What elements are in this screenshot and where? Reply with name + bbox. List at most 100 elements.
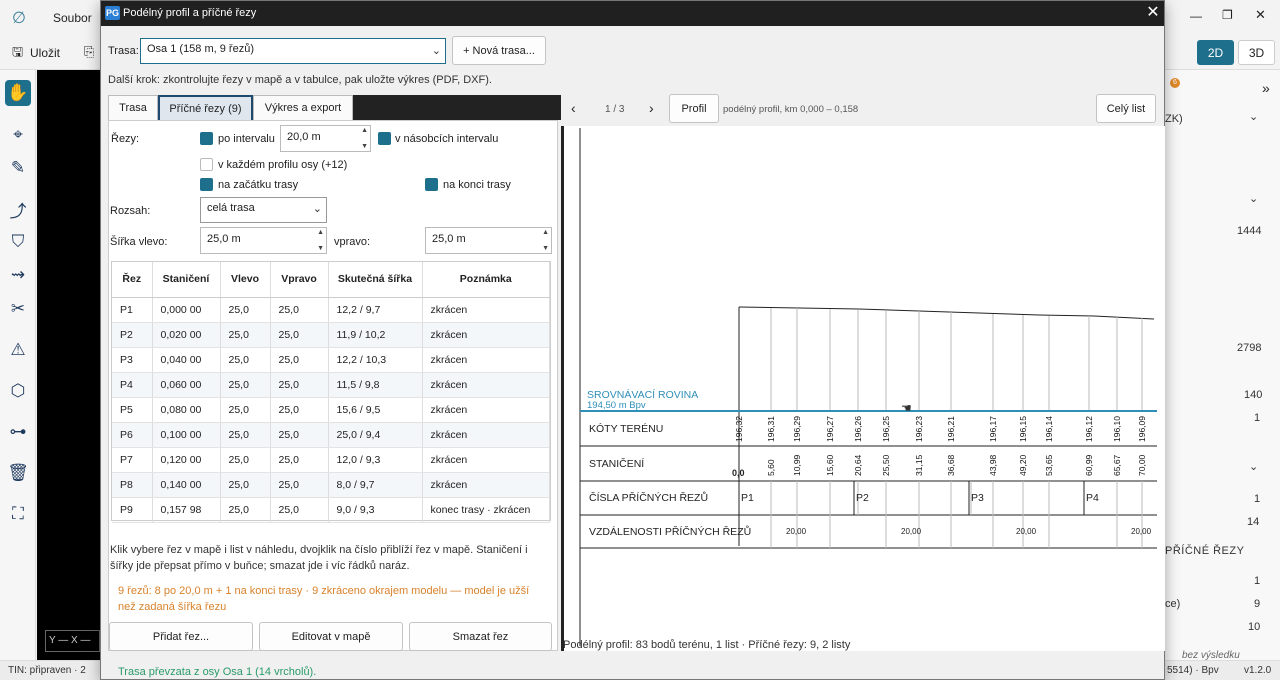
cell[interactable]: 9,0 / 9,3: [328, 497, 423, 523]
spin-up-icon[interactable]: ▲: [317, 229, 324, 236]
prev-page-icon[interactable]: ‹: [571, 100, 576, 116]
cell[interactable]: P6: [112, 422, 153, 448]
map-viewport[interactable]: Y — X —: [37, 70, 100, 660]
cell[interactable]: P7: [112, 447, 153, 473]
chevron-down-icon[interactable]: ⌄: [1249, 192, 1258, 205]
cell[interactable]: 0,157 98: [152, 497, 221, 523]
cell[interactable]: P5: [112, 397, 153, 423]
col-header[interactable]: Staničení: [152, 262, 221, 298]
cell[interactable]: zkrácen: [422, 347, 550, 373]
table-row[interactable]: P3 0,040 00 25,0 25,0 12,2 / 10,3 zkrácen: [112, 347, 550, 373]
cell[interactable]: P8: [112, 472, 153, 498]
cell[interactable]: P9: [112, 497, 153, 523]
cell[interactable]: 12,2 / 9,7: [328, 297, 423, 323]
cell[interactable]: 25,0: [270, 447, 329, 473]
cell[interactable]: 11,9 / 10,2: [328, 322, 423, 348]
menu-file[interactable]: Soubor: [53, 11, 92, 25]
cell[interactable]: 25,0: [220, 322, 271, 348]
chevron-down-icon[interactable]: ⌄: [1249, 110, 1258, 123]
table-row[interactable]: P2 0,020 00 25,0 25,0 11,9 / 10,2 zkrácen: [112, 322, 550, 348]
table-row[interactable]: P7 0,120 00 25,0 25,0 12,0 / 9,3 zkrácen: [112, 447, 550, 473]
col-header[interactable]: Poznámka: [422, 262, 550, 298]
cell[interactable]: 11,5 / 9,8: [328, 372, 423, 398]
section-label[interactable]: P2: [856, 492, 869, 504]
cell[interactable]: 25,0: [270, 322, 329, 348]
spin-up-icon[interactable]: ▲: [361, 127, 368, 134]
cell[interactable]: zkrácen: [422, 422, 550, 448]
col-header[interactable]: Skutečná šířka: [328, 262, 423, 298]
save-button[interactable]: Uložit: [30, 46, 60, 60]
point-tool-icon[interactable]: ⌖: [5, 122, 31, 148]
cell[interactable]: 25,0: [270, 497, 329, 523]
cell[interactable]: 25,0: [220, 472, 271, 498]
delete-section-button[interactable]: Smazat řez: [409, 622, 552, 651]
cell[interactable]: 15,6 / 9,5: [328, 397, 423, 423]
route-select[interactable]: Osa 1 (158 m, 9 řezů) ⌄: [140, 38, 446, 64]
cell[interactable]: 25,0: [220, 422, 271, 448]
cell[interactable]: konec trasy · zkrácen: [422, 497, 550, 523]
cell[interactable]: zkrácen: [422, 397, 550, 423]
cell[interactable]: zkrácen: [422, 322, 550, 348]
new-route-button[interactable]: + Nová trasa...: [452, 36, 546, 65]
mode-3d-button[interactable]: 3D: [1238, 40, 1275, 65]
profile-button[interactable]: Profil: [669, 94, 719, 123]
cell[interactable]: 0,060 00: [152, 372, 221, 398]
cell[interactable]: 25,0: [270, 297, 329, 323]
pan-hand-icon[interactable]: ✋: [5, 80, 31, 106]
tab-drawing-export[interactable]: Výkres a export: [253, 95, 353, 120]
cell[interactable]: 8,0 / 9,7: [328, 472, 423, 498]
table-row[interactable]: P9 0,157 98 25,0 25,0 9,0 / 9,3 konec trasy ·…: [112, 497, 550, 523]
panel-section-cross-sections[interactable]: PŘÍČNÉ ŘEZY: [1165, 545, 1244, 557]
checkbox-each-vertex[interactable]: [200, 158, 213, 171]
cell[interactable]: 25,0: [220, 447, 271, 473]
tab-cross-sections[interactable]: Příčné řezy (9): [158, 95, 253, 120]
cell[interactable]: 0,140 00: [152, 472, 221, 498]
spin-down-icon[interactable]: ▼: [317, 245, 324, 252]
cell[interactable]: 25,0: [220, 372, 271, 398]
width-right-input[interactable]: 25,0 m ▲ ▼: [425, 227, 552, 254]
route-tool-icon[interactable]: ⇝: [5, 262, 31, 288]
spin-down-icon[interactable]: ▼: [361, 143, 368, 150]
table-row[interactable]: P8 0,140 00 25,0 25,0 8,0 / 9,7 zkrácen: [112, 472, 550, 498]
cell[interactable]: 0,020 00: [152, 322, 221, 348]
spin-up-icon[interactable]: ▲: [542, 229, 549, 236]
col-header[interactable]: Vpravo: [270, 262, 329, 298]
table-row[interactable]: P4 0,060 00 25,0 25,0 11,5 / 9,8 zkrácen: [112, 372, 550, 398]
cell[interactable]: 25,0: [270, 422, 329, 448]
table-row[interactable]: P5 0,080 00 25,0 25,0 15,6 / 9,5 zkrácen: [112, 397, 550, 423]
maximize-icon[interactable]: ❐: [1222, 8, 1233, 22]
checkbox-start[interactable]: [200, 178, 213, 191]
export-icon[interactable]: ⎘: [84, 44, 94, 60]
window-close-icon[interactable]: ✕: [1255, 7, 1266, 23]
dialog-close-icon[interactable]: ✕: [1144, 4, 1162, 22]
cell[interactable]: zkrácen: [422, 447, 550, 473]
checkbox-multiples[interactable]: [378, 132, 391, 145]
panel-item-zk[interactable]: ZK): [1165, 113, 1183, 125]
spin-down-icon[interactable]: ▼: [542, 245, 549, 252]
chevron-down-icon[interactable]: ⌄: [1249, 460, 1258, 473]
full-sheet-button[interactable]: Celý list: [1096, 94, 1156, 123]
brush-tool-icon[interactable]: ✎: [5, 155, 31, 181]
width-left-input[interactable]: 25,0 m ▲ ▼: [200, 227, 327, 254]
section-label[interactable]: P3: [971, 492, 984, 504]
range-select[interactable]: celá trasa ⌄: [200, 197, 327, 223]
checkbox-end[interactable]: [425, 178, 438, 191]
edit-in-map-button[interactable]: Editovat v mapě: [259, 622, 403, 651]
interval-input[interactable]: 20,0 m ▲ ▼: [280, 125, 371, 152]
mode-2d-button[interactable]: 2D: [1197, 40, 1234, 65]
cell[interactable]: 25,0 / 9,4: [328, 422, 423, 448]
cell[interactable]: 0,080 00: [152, 397, 221, 423]
cell[interactable]: 25,0: [220, 397, 271, 423]
tab-route[interactable]: Trasa: [108, 95, 158, 120]
polyline-tool-icon[interactable]: ⤴: [5, 196, 31, 222]
cell[interactable]: zkrácen: [422, 372, 550, 398]
cell[interactable]: 25,0: [270, 472, 329, 498]
cell[interactable]: 25,0: [220, 297, 271, 323]
cell[interactable]: 0,040 00: [152, 347, 221, 373]
add-section-button[interactable]: Přidat řez...: [109, 622, 253, 651]
cell[interactable]: 25,0: [270, 372, 329, 398]
warning-tool-icon[interactable]: ⚠: [5, 337, 31, 363]
network-tool-icon[interactable]: ⊶: [5, 419, 31, 445]
cell[interactable]: P4: [112, 372, 153, 398]
table-row[interactable]: P1 0,000 00 25,0 25,0 12,2 / 9,7 zkrácen: [112, 297, 550, 323]
